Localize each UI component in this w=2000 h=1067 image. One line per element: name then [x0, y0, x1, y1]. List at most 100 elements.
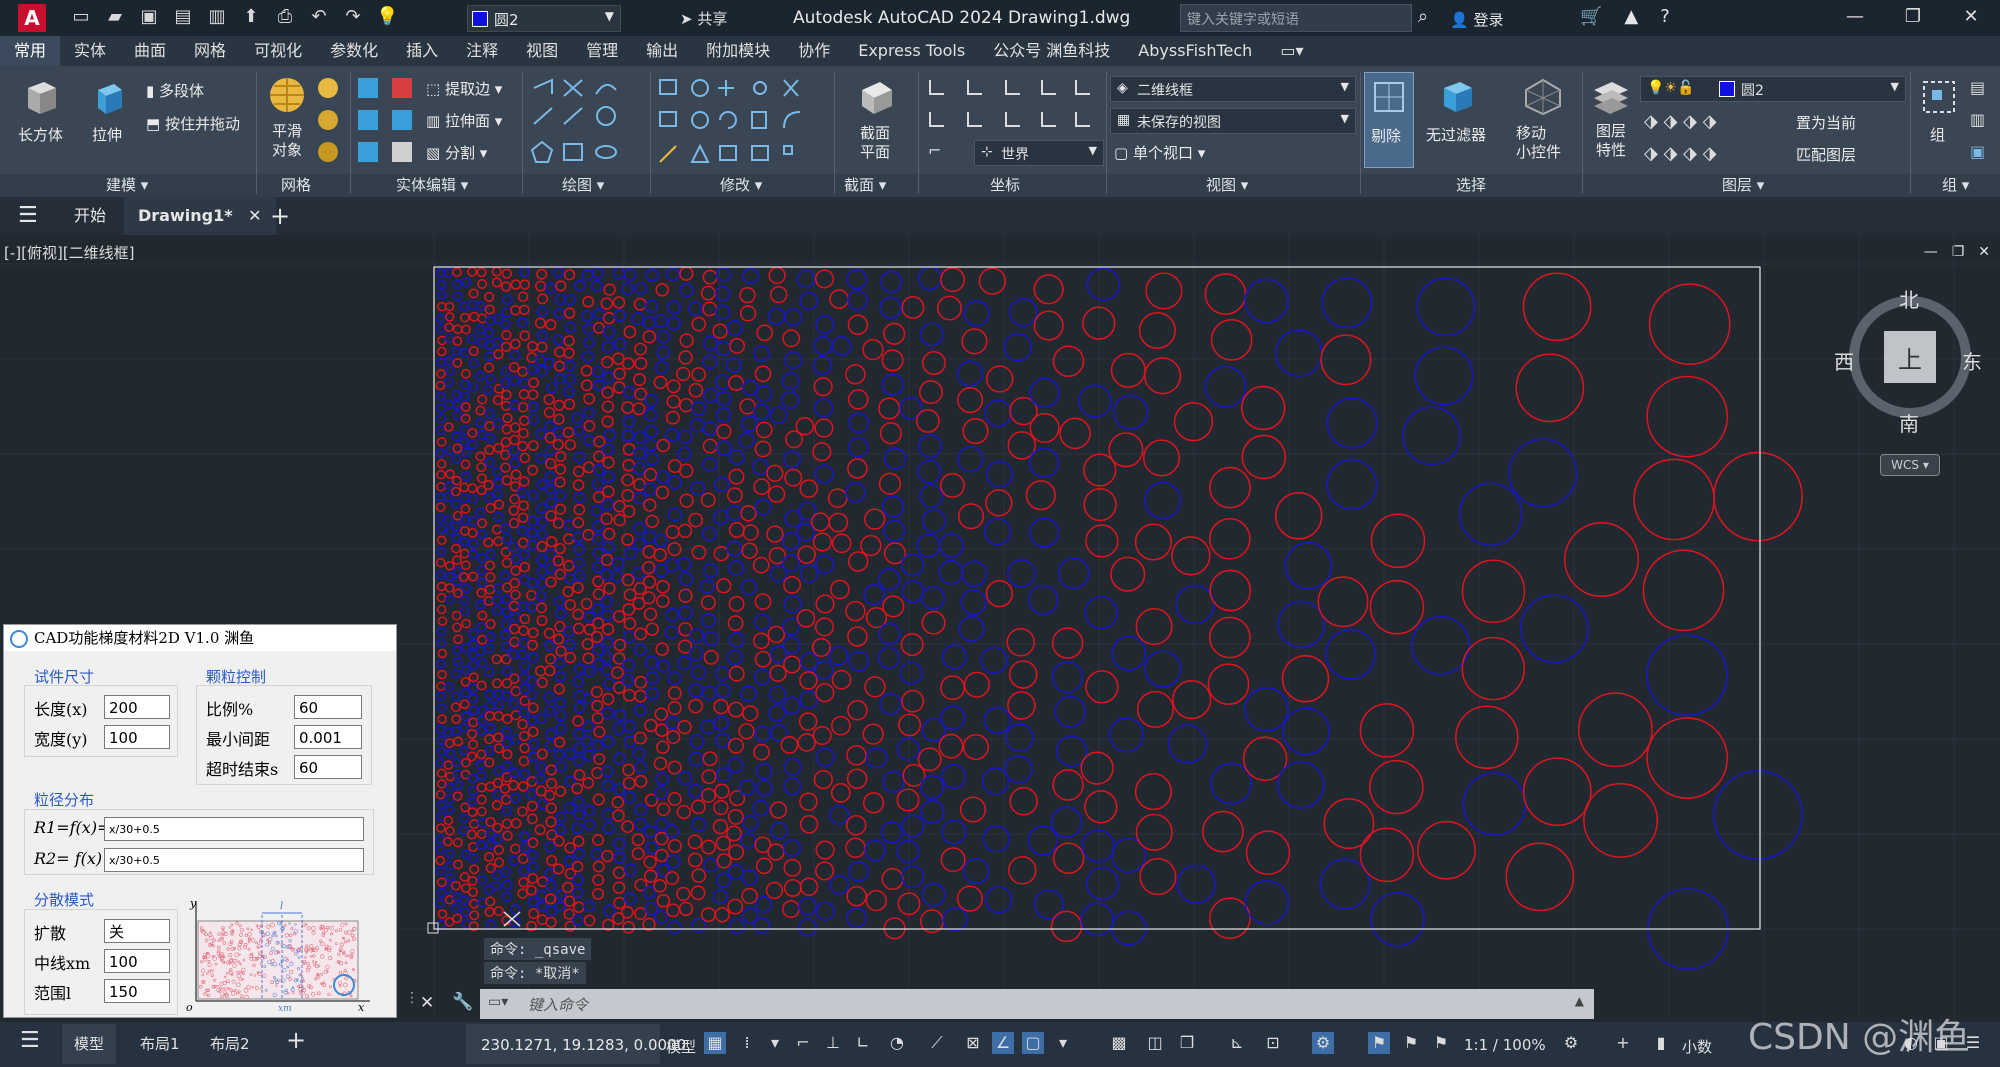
- menu-icon[interactable]: ☰: [18, 197, 38, 235]
- length-input[interactable]: 200: [104, 695, 170, 719]
- layer-tools-row2[interactable]: ⬗ ⬗ ⬗ ⬗: [1644, 143, 1717, 164]
- bulb-icon[interactable]: 💡: [376, 6, 398, 28]
- no-filter-label[interactable]: 无过滤器: [1426, 124, 1486, 145]
- viewcube-top-label[interactable]: 上: [1898, 340, 1922, 375]
- union-icon[interactable]: [358, 78, 378, 98]
- redo-icon[interactable]: ↷: [342, 6, 364, 28]
- autodesk-icon[interactable]: ▲: [1624, 6, 1638, 27]
- isodraft-icon[interactable]: ⟋: [926, 1032, 948, 1054]
- ribbon-tab-7[interactable]: 注释: [452, 36, 512, 66]
- ucs-icon-toggle[interactable]: ⌐: [928, 141, 948, 161]
- match-layer-button[interactable]: 匹配图层: [1796, 144, 1856, 165]
- chevron-down-icon[interactable]: ▾: [1052, 1032, 1074, 1054]
- extrude-label[interactable]: 拉伸: [92, 124, 122, 145]
- section-plane-label[interactable]: 截面 平面: [860, 124, 890, 162]
- ribbon-tab-6[interactable]: 插入: [392, 36, 452, 66]
- open-folder-icon[interactable]: ▰: [104, 6, 126, 28]
- diffuse-input[interactable]: 关: [104, 919, 170, 943]
- box-icon[interactable]: [20, 76, 62, 118]
- units-readout[interactable]: 小数: [1682, 1036, 1712, 1057]
- command-grip-icon[interactable]: ⋮: [405, 990, 419, 1006]
- minimize-icon[interactable]: —: [1826, 0, 1884, 36]
- compass-south[interactable]: 南: [1899, 408, 1919, 437]
- gizmo-icon[interactable]: ⚙: [1312, 1032, 1334, 1054]
- group-edit-icon[interactable]: ▥: [1970, 110, 1990, 130]
- annotation-scale-icon[interactable]: ⚑: [1430, 1032, 1452, 1054]
- draw-tools[interactable]: [530, 76, 650, 172]
- smooth-object-label[interactable]: 平滑 对象: [272, 122, 302, 160]
- search-input[interactable]: 键入关键字或短语: [1180, 4, 1412, 32]
- separate-button[interactable]: ▧ 分割 ▾: [426, 142, 487, 163]
- r1-input[interactable]: x/30+0.5: [104, 817, 364, 841]
- move-gizmo-icon[interactable]: [1522, 76, 1564, 118]
- midline-input[interactable]: 100: [104, 949, 170, 973]
- mesh-icon[interactable]: [318, 78, 338, 98]
- customize-wrench-icon[interactable]: 🔧: [452, 992, 473, 1012]
- slice-icon[interactable]: [358, 142, 378, 162]
- chevron-down-icon[interactable]: ▾: [764, 1032, 786, 1054]
- group-view[interactable]: 视图 ▾: [1206, 174, 1248, 197]
- close-command-icon[interactable]: ✕: [420, 993, 434, 1013]
- group-button-label[interactable]: 组: [1930, 124, 1945, 145]
- extract-edges-button[interactable]: ⬚ 提取边 ▾: [426, 78, 502, 99]
- named-view-dropdown[interactable]: ▦ 未保存的视图 ▼: [1110, 108, 1356, 134]
- wcs-menu[interactable]: WCS ▾: [1880, 454, 1940, 476]
- viewport-config-button[interactable]: ▢ 单个视口 ▾: [1114, 142, 1205, 163]
- web-icon[interactable]: ▥: [206, 6, 228, 28]
- viewport-label[interactable]: [-][俯视][二维线框]: [4, 242, 135, 263]
- selection-filter-icon[interactable]: ⊡: [1262, 1032, 1284, 1054]
- ratio-input[interactable]: 60: [294, 695, 362, 719]
- culling-button[interactable]: 剔除: [1364, 72, 1414, 168]
- command-input[interactable]: ▭▾ 键入命令 ▲: [480, 989, 1594, 1019]
- upload-icon[interactable]: ⬆: [240, 6, 262, 28]
- set-current-button[interactable]: 置为当前: [1796, 112, 1856, 133]
- width-input[interactable]: 100: [104, 725, 170, 749]
- ribbon-tab-5[interactable]: 参数化: [316, 36, 392, 66]
- ribbon-tab-13[interactable]: Express Tools: [844, 36, 979, 66]
- group-selection[interactable]: 选择: [1456, 174, 1486, 197]
- ribbon-tab-10[interactable]: 输出: [632, 36, 692, 66]
- selection-cycling-icon[interactable]: ◫: [1144, 1032, 1166, 1054]
- command-history-toggle-icon[interactable]: ▲: [1575, 994, 1584, 1008]
- panel-toggle-icon[interactable]: ▭▾: [1266, 36, 1317, 66]
- plus-icon[interactable]: +: [1612, 1032, 1634, 1054]
- polar-tracking-icon[interactable]: ◔: [886, 1032, 908, 1054]
- units-icon[interactable]: ▮: [1650, 1032, 1672, 1054]
- ucs-tools[interactable]: [926, 76, 1096, 132]
- tab-model[interactable]: 模型: [62, 1024, 117, 1064]
- group-modify[interactable]: 修改 ▾: [720, 174, 762, 197]
- object-snap-tracking-icon[interactable]: ⊠: [962, 1032, 984, 1054]
- new-file-icon[interactable]: ▭: [70, 6, 92, 28]
- extrude-icon[interactable]: [88, 76, 130, 118]
- no-filter-icon[interactable]: [1436, 76, 1478, 118]
- undo-icon[interactable]: ↶: [308, 6, 330, 28]
- ribbon-tab-4[interactable]: 可视化: [240, 36, 316, 66]
- tab-start[interactable]: 开始: [74, 197, 106, 235]
- dynamic-input-icon[interactable]: ⊥: [822, 1032, 844, 1054]
- ribbon-tab-1[interactable]: 实体: [60, 36, 120, 66]
- viewport-minimize-icon[interactable]: —: [1924, 244, 1938, 260]
- 3d-osnap-icon[interactable]: ❒: [1176, 1032, 1198, 1054]
- group-mesh[interactable]: 网格: [281, 174, 311, 197]
- subtract-icon[interactable]: [392, 78, 412, 98]
- dynamic-ucs-icon[interactable]: ⊾: [1226, 1032, 1248, 1054]
- group-select-icon[interactable]: ▣: [1970, 142, 1990, 162]
- ribbon-tab-3[interactable]: 网格: [180, 36, 240, 66]
- ribbon-tab-12[interactable]: 协作: [784, 36, 844, 66]
- save-as-icon[interactable]: ▤: [172, 6, 194, 28]
- help-icon[interactable]: ?: [1660, 6, 1670, 27]
- object-snap-icon[interactable]: ▢: [1022, 1032, 1044, 1054]
- ribbon-tab-14[interactable]: 公众号 渊鱼科技: [979, 36, 1124, 66]
- tab-layout2[interactable]: 布局2: [210, 1033, 250, 1054]
- line-weight-icon[interactable]: ∠: [992, 1032, 1014, 1054]
- cart-icon[interactable]: 🛒: [1580, 6, 1602, 27]
- group-groups[interactable]: 组 ▾: [1942, 174, 1969, 197]
- ribbon-tab-0[interactable]: 常用: [0, 36, 61, 68]
- visual-style-dropdown[interactable]: ◈ 二维线框 ▼: [1110, 76, 1356, 102]
- intersect-icon[interactable]: [358, 110, 378, 130]
- ribbon-tab-15[interactable]: AbyssFishTech: [1124, 36, 1266, 66]
- section-plane-icon[interactable]: [856, 76, 898, 118]
- autocad-logo-icon[interactable]: A: [18, 4, 46, 32]
- viewport-close-icon[interactable]: ✕: [1978, 244, 1990, 260]
- workspace-gear-icon[interactable]: ⚙: [1560, 1032, 1582, 1054]
